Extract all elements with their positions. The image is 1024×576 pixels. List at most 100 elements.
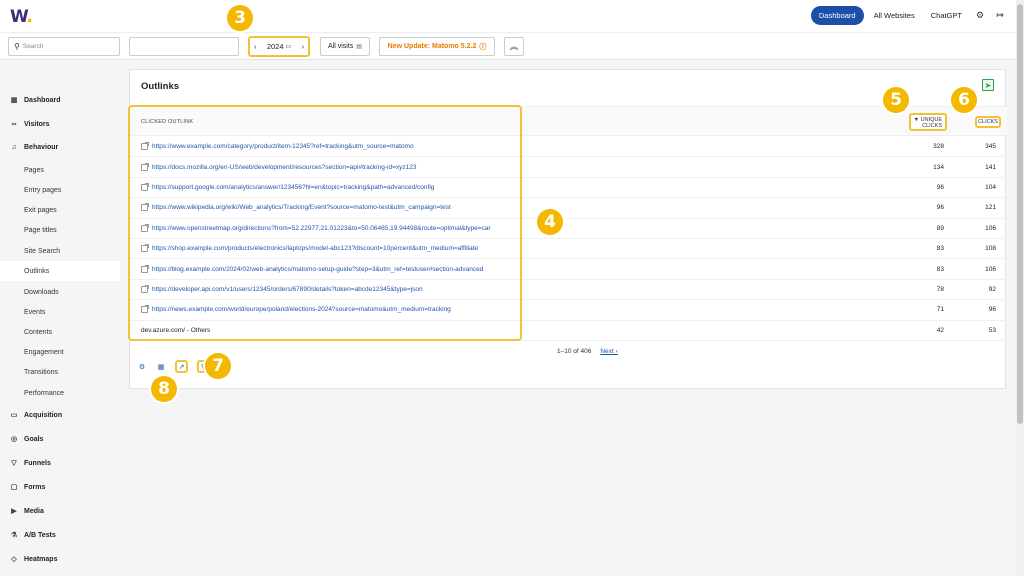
- external-link-icon[interactable]: [141, 284, 149, 293]
- sidebar-item[interactable]: Site Search: [0, 241, 120, 261]
- clicks-value: 92: [988, 285, 996, 293]
- sidebar-item[interactable]: ♫ Behaviour: [0, 137, 120, 157]
- table-row[interactable]: https://developer.api.com/v1/users/12345…: [130, 280, 1007, 301]
- sidebar-item-label: Site Search: [24, 247, 61, 255]
- annotation-badge-5: 5: [883, 87, 909, 113]
- next-page-link[interactable]: Next ›: [600, 348, 617, 355]
- outlink-label[interactable]: https://news.example.com/world/europe/po…: [141, 305, 451, 314]
- outlink-label[interactable]: https://shop.example.com/products/electr…: [141, 244, 478, 253]
- annotation-badge-4: 4: [537, 209, 563, 235]
- sidebar-item-label: Page titles: [24, 226, 57, 234]
- column-clicks[interactable]: CLICKS: [975, 116, 1001, 128]
- sidebar-item[interactable]: Exit pages: [0, 200, 120, 220]
- sidebar-item[interactable]: ◎ Goals: [0, 429, 120, 449]
- next-period-icon[interactable]: ›: [301, 42, 304, 51]
- outlink-url: https://developer.api.com/v1/users/12345…: [152, 285, 423, 293]
- external-link-icon[interactable]: [141, 264, 149, 273]
- export-report-icon[interactable]: ↗: [175, 360, 188, 373]
- table-header: CLICKED OUTLINK ▼ UNIQUE CLICKS CLICKS: [130, 106, 1007, 136]
- column-clicked-outlink[interactable]: CLICKED OUTLINK: [141, 119, 193, 125]
- sidebar-item[interactable]: ▽ Funnels: [0, 453, 120, 473]
- table-row[interactable]: https://www.openstreetmap.org/directions…: [130, 219, 1007, 239]
- outlink-label[interactable]: dev.azure.com/ - Others: [141, 327, 210, 334]
- export-icon[interactable]: ➤: [982, 79, 994, 91]
- external-link-icon[interactable]: [141, 142, 149, 151]
- sidebar-item[interactable]: Page titles: [0, 220, 120, 240]
- table-row[interactable]: dev.azure.com/ - Others 42 53: [130, 321, 1007, 341]
- all-websites-link[interactable]: All Websites: [868, 6, 921, 25]
- outlink-label[interactable]: https://support.google.com/analytics/ans…: [141, 182, 434, 191]
- annotation-badge-3: 3: [227, 5, 253, 31]
- table-row[interactable]: https://www.example.com/category/product…: [130, 137, 1007, 158]
- external-link-icon[interactable]: [141, 162, 149, 171]
- period-selector[interactable]: ‹ 2024 ▭ ›: [248, 36, 310, 57]
- visualization-icon[interactable]: ▦: [156, 362, 166, 372]
- outlink-label[interactable]: https://docs.mozilla.org/en-US/web/devel…: [141, 162, 416, 171]
- top-bar: W. Dashboard All Websites ChatGPT ⚙ ↦: [0, 0, 1016, 32]
- update-notice[interactable]: New Update: Matomo 5.2.2 ⓘ: [379, 37, 495, 56]
- sidebar-item[interactable]: ▶ Media: [0, 501, 120, 521]
- table-row[interactable]: https://support.google.com/analytics/ans…: [130, 178, 1007, 199]
- search-input[interactable]: ⚲ Search: [8, 37, 120, 56]
- sidebar-item[interactable]: Outlinks: [0, 261, 120, 281]
- sidebar-item[interactable]: Entry pages: [0, 180, 120, 200]
- external-link-icon[interactable]: [141, 182, 149, 191]
- prev-period-icon[interactable]: ‹: [254, 42, 257, 51]
- dashboard-button[interactable]: Dashboard: [810, 6, 864, 25]
- table-row[interactable]: https://shop.example.com/products/electr…: [130, 239, 1007, 260]
- sidebar-item[interactable]: ⚗ A/B Tests: [0, 525, 120, 545]
- sidebar-item[interactable]: Transitions: [0, 362, 120, 382]
- sidebar-item[interactable]: Pages: [0, 160, 120, 180]
- sidebar-item[interactable]: ∞ Visitors: [0, 114, 120, 134]
- matomo-logo[interactable]: W.: [10, 7, 33, 27]
- sidebar: ▦ Dashboard ∞ Visitors ♫ Behaviour Pages Entry …: [0, 60, 120, 576]
- unique-clicks-value: 78: [936, 285, 944, 293]
- outlink-url: https://www.openstreetmap.org/directions…: [152, 224, 491, 232]
- settings-icon[interactable]: ⚙: [137, 362, 147, 372]
- annotation-badge-7: 7: [205, 353, 231, 379]
- table-row[interactable]: https://docs.mozilla.org/en-US/web/devel…: [130, 157, 1007, 178]
- sidebar-item[interactable]: ▦ Dashboard: [0, 90, 120, 110]
- collapse-button[interactable]: ︽: [504, 37, 524, 56]
- sidebar-item[interactable]: ▭ Acquisition: [0, 405, 120, 425]
- clicks-value: 53: [988, 326, 996, 334]
- sidebar-item[interactable]: Performance: [0, 383, 120, 403]
- external-link-icon[interactable]: [141, 223, 149, 232]
- sidebar-item[interactable]: Downloads: [0, 282, 120, 302]
- sidebar-item-label: Behaviour: [24, 143, 59, 151]
- sidebar-item[interactable]: ▢ Forms: [0, 477, 120, 497]
- outlink-label[interactable]: https://blog.example.com/2024/02/web-ana…: [141, 264, 483, 273]
- scrollbar-thumb[interactable]: [1017, 4, 1023, 424]
- outlink-label[interactable]: https://www.wikipedia.org/wiki/Web_analy…: [141, 203, 451, 212]
- sidebar-item[interactable]: Events: [0, 302, 120, 322]
- external-link-icon[interactable]: [141, 244, 149, 253]
- update-label: New Update: Matomo 5.2.2: [387, 43, 477, 50]
- outlinks-report: Outlinks ➤ CLICKED OUTLINK ▼ UNIQUE CLIC…: [129, 69, 1007, 389]
- sidebar-item-label: Pages: [24, 166, 44, 174]
- column-unique-clicks[interactable]: ▼ UNIQUE CLICKS: [909, 113, 947, 131]
- table-row[interactable]: https://news.example.com/world/europe/po…: [130, 300, 1007, 321]
- clicks-value: 108: [985, 245, 996, 253]
- sidebar-item[interactable]: Engagement: [0, 342, 120, 362]
- info-icon: ⓘ: [479, 43, 487, 51]
- outlink-label[interactable]: https://www.example.com/category/product…: [141, 142, 414, 151]
- sidebar-item-label: A/B Tests: [24, 531, 56, 539]
- outlink-label[interactable]: https://www.openstreetmap.org/directions…: [141, 223, 491, 232]
- site-selector[interactable]: [129, 37, 239, 56]
- calendar-icon: ▭: [285, 44, 292, 50]
- gear-icon[interactable]: ⚙: [972, 8, 988, 24]
- sidebar-item[interactable]: Contents: [0, 322, 120, 342]
- external-link-icon[interactable]: [141, 305, 149, 314]
- external-link-icon[interactable]: [141, 203, 149, 212]
- sidebar-item-label: Dashboard: [24, 96, 61, 104]
- chatgpt-link[interactable]: ChatGPT: [925, 6, 968, 25]
- segment-selector[interactable]: All visits ▤: [320, 37, 370, 56]
- logout-icon[interactable]: ↦: [992, 8, 1008, 24]
- sidebar-item-label: Heatmaps: [24, 555, 58, 563]
- outlink-label[interactable]: https://developer.api.com/v1/users/12345…: [141, 284, 423, 293]
- sidebar-item[interactable]: ◇ Heatmaps: [0, 549, 120, 569]
- controls-bar: ⚲ Search ‹ 2024 ▭ › All visits ▤ New Upd…: [0, 32, 1016, 60]
- table-row[interactable]: https://blog.example.com/2024/02/web-ana…: [130, 259, 1007, 280]
- table-row[interactable]: https://www.wikipedia.org/wiki/Web_analy…: [130, 198, 1007, 219]
- media-icon: ▶: [11, 508, 17, 515]
